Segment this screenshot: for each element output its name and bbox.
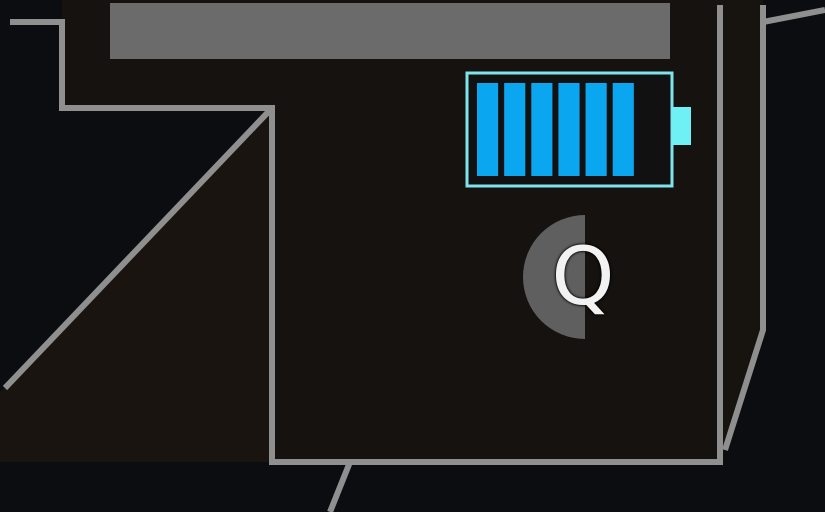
battery-cell: [558, 83, 580, 176]
battery-cell: [504, 83, 526, 176]
door-block: [110, 3, 670, 59]
battery-cell: [612, 83, 634, 176]
battery-cap: [672, 107, 691, 145]
battery-cell: [531, 83, 553, 176]
ability-key-prompt: Q: [505, 212, 635, 342]
ability-key-label: Q: [551, 230, 615, 323]
game-viewport: Q: [0, 0, 825, 512]
battery-icon: [465, 71, 691, 188]
level-map: [0, 0, 825, 512]
battery-cell: [585, 83, 607, 176]
battery-cell: [477, 83, 499, 176]
